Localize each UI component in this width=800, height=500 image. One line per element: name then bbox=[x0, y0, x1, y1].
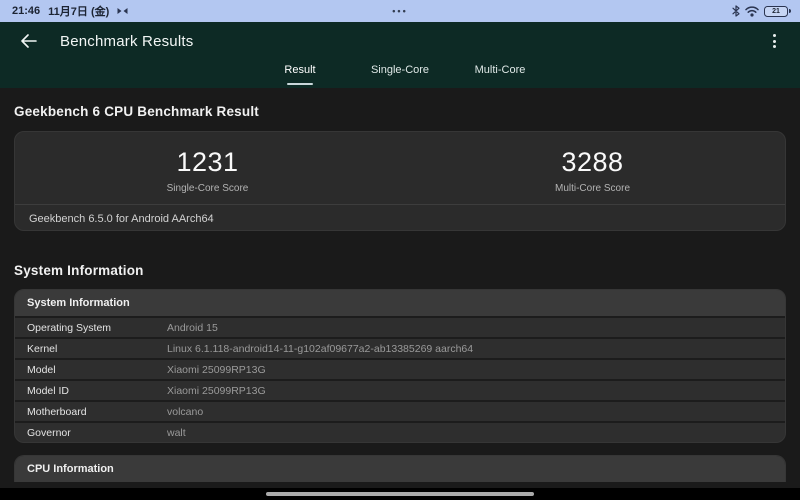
row-value: walt bbox=[167, 426, 186, 439]
single-core-score-value: 1231 bbox=[176, 146, 239, 177]
home-indicator[interactable] bbox=[266, 492, 534, 496]
single-core-score-block: 1231 Single-Core Score bbox=[15, 132, 400, 204]
tab-single-core[interactable]: Single-Core bbox=[350, 60, 450, 88]
back-button[interactable] bbox=[16, 29, 40, 53]
geekbench-version-label: Geekbench 6.5.0 for Android AArch64 bbox=[29, 213, 214, 225]
row-value: Android 15 bbox=[167, 321, 218, 334]
gesture-nav-bar bbox=[0, 488, 800, 500]
table-row: Motherboard volcano bbox=[15, 400, 785, 421]
row-label: Operating System bbox=[27, 321, 112, 334]
app-bar: Benchmark Results Result Single-Core Mul… bbox=[0, 22, 800, 88]
row-label: Governor bbox=[27, 426, 71, 439]
page-title: Benchmark Results bbox=[60, 32, 194, 50]
row-value: Xiaomi 25099RP13G bbox=[167, 363, 266, 376]
system-info-table: System Information Operating System Andr… bbox=[14, 289, 786, 443]
tab-bar: Result Single-Core Multi-Core bbox=[0, 60, 800, 88]
row-value: Linux 6.1.118-android14-11-g102af09677a2… bbox=[167, 342, 474, 355]
battery-indicator: 21 bbox=[764, 5, 791, 17]
score-card: 1231 Single-Core Score 3288 Multi-Core S… bbox=[14, 131, 786, 231]
app-bar-top: Benchmark Results bbox=[0, 22, 800, 60]
row-value: Xiaomi 25099RP13G bbox=[167, 384, 266, 397]
tab-result[interactable]: Result bbox=[250, 60, 350, 88]
single-core-score-label: Single-Core Score bbox=[166, 182, 249, 194]
table-row: Model ID Xiaomi 25099RP13G bbox=[15, 379, 785, 400]
system-info-table-header: System Information bbox=[15, 290, 785, 316]
cpu-info-table: CPU Information bbox=[14, 455, 786, 482]
table-row: Governor walt bbox=[15, 421, 785, 442]
content-area: Geekbench 6 CPU Benchmark Result 1231 Si… bbox=[0, 88, 800, 488]
row-label: Kernel bbox=[27, 342, 58, 355]
back-arrow-icon bbox=[20, 34, 37, 48]
overflow-menu-button[interactable] bbox=[764, 30, 784, 52]
row-label: Model bbox=[27, 363, 56, 376]
table-row: Kernel Linux 6.1.118-android14-11-g102af… bbox=[15, 337, 785, 358]
camera-notch-dots: ••• bbox=[392, 6, 408, 16]
result-section-heading: Geekbench 6 CPU Benchmark Result bbox=[14, 104, 259, 119]
row-label: Model ID bbox=[27, 384, 70, 397]
row-label: Motherboard bbox=[27, 405, 87, 418]
multi-core-score-block: 3288 Multi-Core Score bbox=[400, 132, 785, 204]
tab-multi-core[interactable]: Multi-Core bbox=[450, 60, 550, 88]
score-row: 1231 Single-Core Score 3288 Multi-Core S… bbox=[15, 132, 785, 204]
table-row: Model Xiaomi 25099RP13G bbox=[15, 358, 785, 379]
cpu-info-table-header: CPU Information bbox=[15, 456, 785, 482]
system-info-section-heading: System Information bbox=[14, 263, 144, 278]
multi-core-score-label: Multi-Core Score bbox=[554, 182, 631, 194]
table-row: Operating System Android 15 bbox=[15, 316, 785, 337]
status-bar: 21:46 11月7日 (金) ••• 21 bbox=[0, 0, 800, 22]
row-value: volcano bbox=[167, 405, 204, 418]
multi-core-score-value: 3288 bbox=[561, 146, 624, 177]
